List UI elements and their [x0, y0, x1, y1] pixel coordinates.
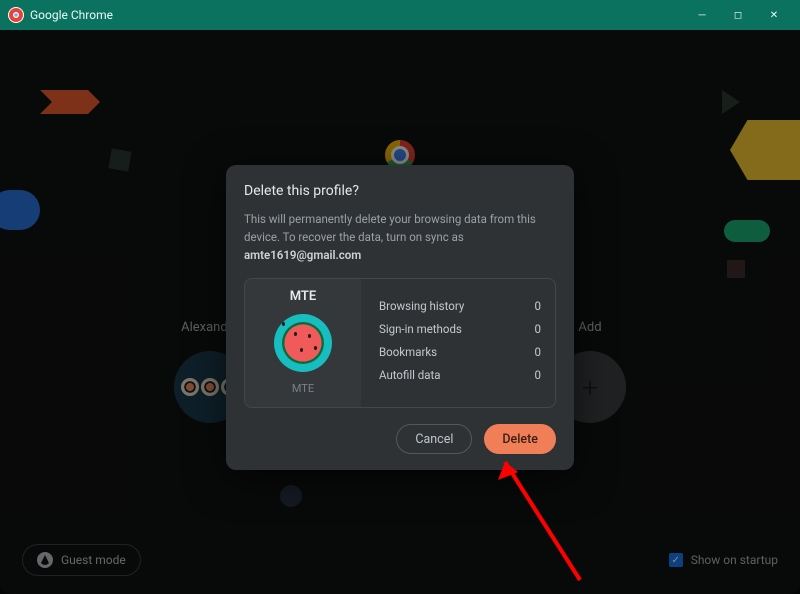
dialog-desc-text: This will permanently delete your browsi… — [244, 212, 536, 244]
stat-label: Autofill data — [379, 368, 441, 382]
stat-label: Sign-in methods — [379, 322, 462, 336]
stat-value: 0 — [535, 299, 541, 313]
stat-value: 0 — [535, 368, 541, 382]
chrome-app-icon — [8, 7, 24, 23]
stat-value: 0 — [535, 322, 541, 336]
window-minimize-button[interactable]: ─ — [684, 0, 720, 30]
stat-row: Browsing history 0 — [379, 299, 541, 313]
stat-value: 0 — [535, 345, 541, 359]
stat-row: Sign-in methods 0 — [379, 322, 541, 336]
titlebar: Google Chrome ─ ◻ ✕ — [0, 0, 800, 30]
cancel-label: Cancel — [415, 432, 453, 447]
dialog-profile-summary: MTE MTE Browsing history 0 Sign-in method… — [244, 278, 556, 408]
stat-label: Bookmarks — [379, 345, 437, 359]
dialog-profile-sub: MTE — [292, 382, 314, 395]
window-title: Google Chrome — [30, 8, 684, 22]
delete-button[interactable]: Delete — [484, 424, 556, 454]
dialog-profile-left: MTE MTE — [245, 279, 361, 407]
stat-row: Autofill data 0 — [379, 368, 541, 382]
dialog-profile-name: MTE — [290, 289, 317, 304]
dialog-account-email: amte1619@gmail.com — [244, 248, 361, 262]
dialog-buttons: Cancel Delete — [244, 424, 556, 454]
cancel-button[interactable]: Cancel — [396, 424, 472, 454]
window-close-button[interactable]: ✕ — [756, 0, 792, 30]
window-maximize-button[interactable]: ◻ — [720, 0, 756, 30]
dialog-stats: Browsing history 0 Sign-in methods 0 Bookm… — [361, 279, 555, 407]
modal-overlay: Delete this profile? This will permanent… — [0, 30, 800, 594]
delete-profile-dialog: Delete this profile? This will permanent… — [226, 165, 574, 470]
dialog-title: Delete this profile? — [244, 183, 556, 199]
stat-label: Browsing history — [379, 299, 464, 313]
avatar-watermelon-icon — [274, 314, 332, 372]
stat-row: Bookmarks 0 — [379, 345, 541, 359]
delete-label: Delete — [502, 432, 538, 447]
dialog-description: This will permanently delete your browsi… — [244, 211, 556, 264]
